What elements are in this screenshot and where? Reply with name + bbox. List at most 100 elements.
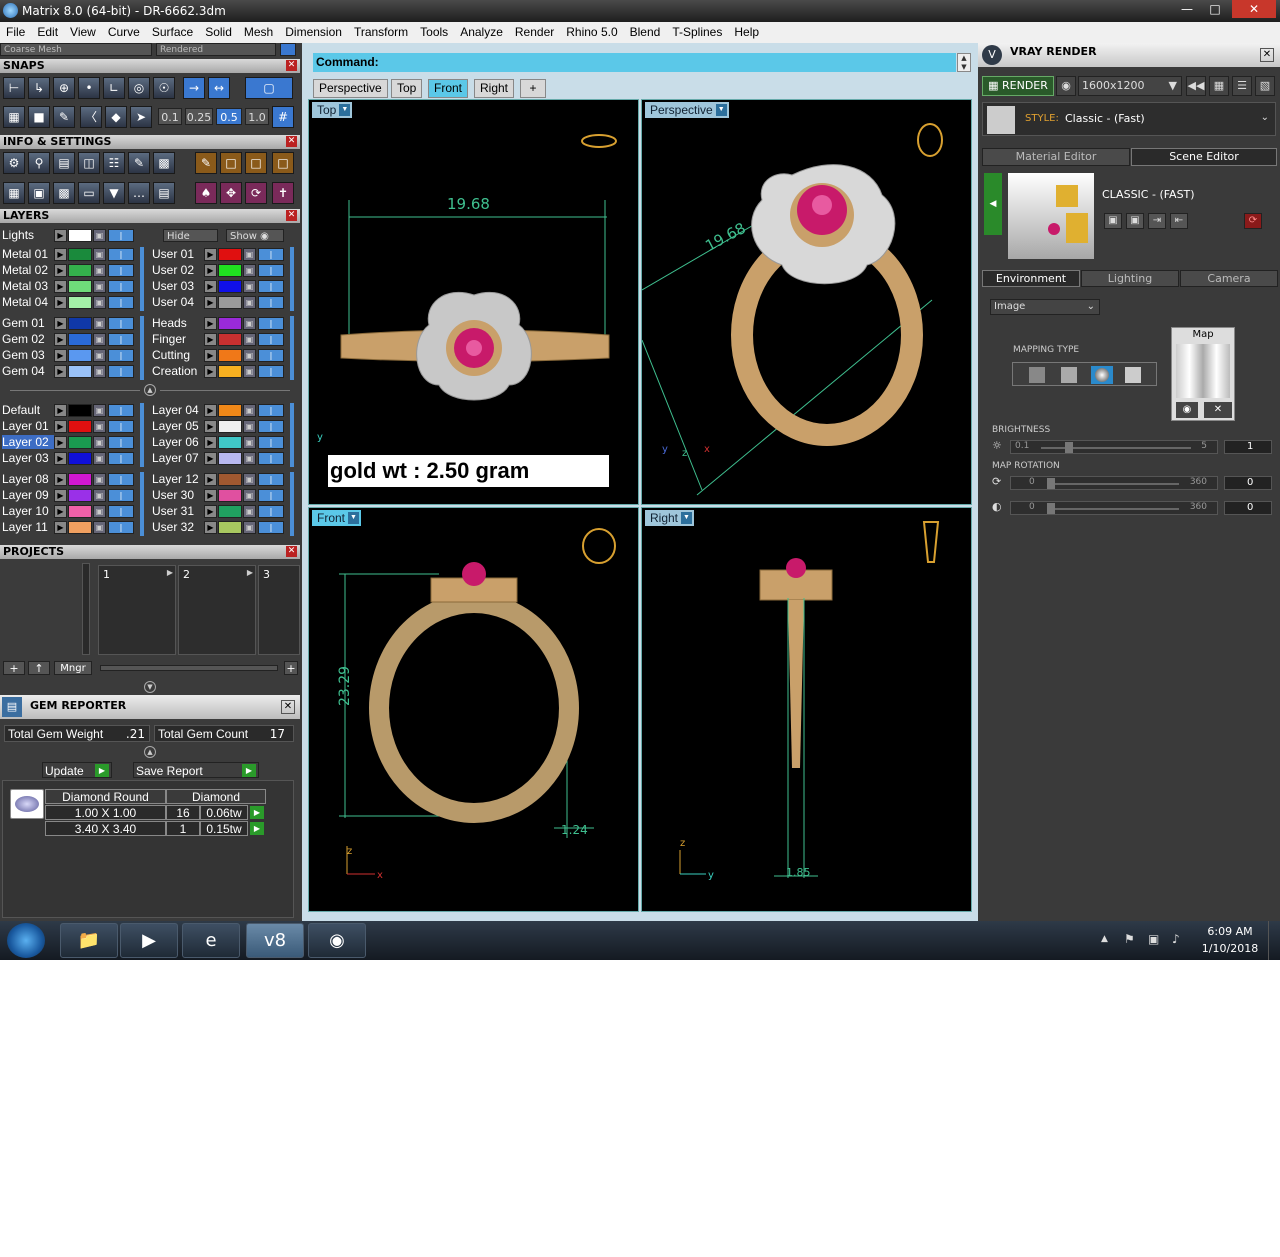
layer-scrollbar[interactable] xyxy=(290,316,294,380)
layer-color-swatch[interactable] xyxy=(68,296,92,309)
lock-icon[interactable]: ▣ xyxy=(243,473,256,486)
lock-icon[interactable]: ▣ xyxy=(93,317,106,330)
layer-row[interactable]: User 03 ▶ ▣ | xyxy=(150,279,290,294)
arrow-icon[interactable]: ▶ xyxy=(54,404,67,417)
visibility-toggle[interactable]: | xyxy=(108,505,134,518)
snap-quad-icon[interactable]: ↔ xyxy=(208,77,230,99)
layer-color-swatch[interactable] xyxy=(218,420,242,433)
arrow-icon[interactable]: ▶ xyxy=(204,404,217,417)
projects-slider[interactable] xyxy=(100,665,278,671)
box-orange3-icon[interactable]: □ xyxy=(272,152,294,174)
visibility-toggle[interactable]: | xyxy=(258,505,284,518)
box-orange2-icon[interactable]: □ xyxy=(245,152,267,174)
arrow-icon[interactable]: ▶ xyxy=(54,473,67,486)
rotation-slider-1[interactable]: 0 360 xyxy=(1010,476,1218,490)
save-as-icon[interactable]: ▣ xyxy=(1126,213,1144,229)
slider-thumb[interactable] xyxy=(1047,503,1055,514)
layer-color-swatch[interactable] xyxy=(68,473,92,486)
arrow-icon[interactable]: ▶ xyxy=(204,365,217,378)
tab-lighting[interactable]: Lighting xyxy=(1081,270,1179,287)
cube-icon[interactable]: ■ xyxy=(28,106,50,128)
grid-icon[interactable]: ▦ xyxy=(3,106,25,128)
layer-color-swatch[interactable] xyxy=(68,229,92,242)
visibility-toggle[interactable]: | xyxy=(108,264,134,277)
clock-date[interactable]: 1/10/2018 xyxy=(1200,942,1260,955)
rewind-icon[interactable]: ◀◀ xyxy=(1186,76,1206,96)
menu-file[interactable]: File xyxy=(0,22,31,39)
layer-scrollbar[interactable] xyxy=(290,472,294,536)
update-button[interactable]: Update ▶ xyxy=(42,762,112,778)
cube3d-icon[interactable]: ▩ xyxy=(53,182,75,204)
move-icon[interactable]: ✥ xyxy=(220,182,242,204)
layer-row[interactable]: Layer 09 ▶ ▣ | xyxy=(0,488,140,503)
vray-settings-icon[interactable]: ◉ xyxy=(1056,76,1076,96)
filter-icon[interactable]: ▼ xyxy=(103,182,125,204)
layer-color-swatch[interactable] xyxy=(68,317,92,330)
box-orange-icon[interactable]: □ xyxy=(220,152,242,174)
volume-icon[interactable]: ♪ xyxy=(1172,932,1180,946)
visibility-toggle[interactable]: | xyxy=(258,489,284,502)
visibility-toggle[interactable]: | xyxy=(108,420,134,433)
visibility-toggle[interactable]: | xyxy=(258,264,284,277)
layer-color-swatch[interactable] xyxy=(218,436,242,449)
box-map-icon[interactable] xyxy=(1061,367,1077,383)
arrow-icon[interactable]: ▶ xyxy=(204,296,217,309)
close-icon[interactable]: ✕ xyxy=(286,60,297,71)
collapse-icon[interactable]: ▲ xyxy=(144,384,156,396)
lock-icon[interactable]: ▣ xyxy=(243,349,256,362)
grid-snap-icon[interactable]: # xyxy=(272,106,294,128)
color-picker-icon[interactable]: ◉ xyxy=(1176,402,1198,418)
head-icon[interactable]: ♠ xyxy=(195,182,217,204)
layer-color-swatch[interactable] xyxy=(218,505,242,518)
add-button[interactable]: + xyxy=(284,661,298,675)
lock-icon[interactable]: ▣ xyxy=(93,521,106,534)
layer-color-swatch[interactable] xyxy=(218,264,242,277)
layer-color-swatch[interactable] xyxy=(218,333,242,346)
visibility-toggle[interactable]: | xyxy=(108,248,134,261)
arrow-icon[interactable]: ▶ xyxy=(204,436,217,449)
snap-cen-icon[interactable]: ∟ xyxy=(103,77,125,99)
scatter-icon[interactable]: … xyxy=(128,182,150,204)
visibility-toggle[interactable]: | xyxy=(258,420,284,433)
ruler-icon[interactable]: 〈 xyxy=(80,106,102,128)
arrow-icon[interactable]: ▶ xyxy=(54,248,67,261)
slider-thumb[interactable] xyxy=(1047,478,1055,489)
lock-icon[interactable]: ▣ xyxy=(93,436,106,449)
document-icon[interactable]: ☷ xyxy=(103,152,125,174)
resolution-select[interactable]: 1600x1200 ▼ xyxy=(1078,76,1182,96)
ring-app-icon[interactable]: ◉ xyxy=(308,923,366,958)
layer-row[interactable]: Finger ▶ ▣ | xyxy=(150,332,290,347)
lock-icon[interactable]: ▣ xyxy=(243,452,256,465)
visibility-toggle[interactable]: | xyxy=(258,365,284,378)
arrow-icon[interactable]: ▶ xyxy=(54,264,67,277)
explorer-icon[interactable]: 📁 xyxy=(60,923,118,958)
lock-icon[interactable]: ▣ xyxy=(243,489,256,502)
clock-time[interactable]: 6:09 AM xyxy=(1200,925,1260,938)
layer-row[interactable]: Layer 10 ▶ ▣ | xyxy=(0,504,140,519)
planar-map-icon[interactable] xyxy=(1029,367,1045,383)
lock-icon[interactable]: ▣ xyxy=(243,420,256,433)
environment-source-select[interactable]: Image ⌄ xyxy=(990,299,1100,315)
collapse-icon[interactable]: ▼ xyxy=(144,681,156,693)
lock-icon[interactable]: ▣ xyxy=(93,264,106,277)
lock-icon[interactable]: ▣ xyxy=(93,505,106,518)
close-icon[interactable]: ✕ xyxy=(286,546,297,557)
cube-map-icon[interactable] xyxy=(1125,367,1141,383)
rotate-icon[interactable]: ⟳ xyxy=(245,182,267,204)
arrow-icon[interactable]: ▶ xyxy=(204,264,217,277)
menu-dimension[interactable]: Dimension xyxy=(279,22,348,39)
arrow-icon[interactable]: ▶ xyxy=(204,420,217,433)
tab-top[interactable]: Top xyxy=(391,79,423,98)
scale-icon[interactable]: ✝ xyxy=(272,182,294,204)
snap-point-icon[interactable]: ⊕ xyxy=(53,77,75,99)
arrow-icon[interactable]: ▶ xyxy=(54,317,67,330)
tab-material-editor[interactable]: Material Editor xyxy=(982,148,1130,166)
layer-row[interactable]: Default ▶ ▣ | xyxy=(0,403,140,418)
collapse-icon[interactable]: ▲ xyxy=(144,746,156,758)
list-icon[interactable]: ☰ xyxy=(1232,76,1252,96)
export-icon[interactable]: ⇤ xyxy=(1170,213,1188,229)
layer-row[interactable]: Creation ▶ ▣ | xyxy=(150,364,290,379)
layers-icon[interactable]: ▤ xyxy=(53,152,75,174)
menu-rhino[interactable]: Rhino 5.0 xyxy=(560,22,623,39)
snap-mid-icon[interactable]: • xyxy=(78,77,100,99)
